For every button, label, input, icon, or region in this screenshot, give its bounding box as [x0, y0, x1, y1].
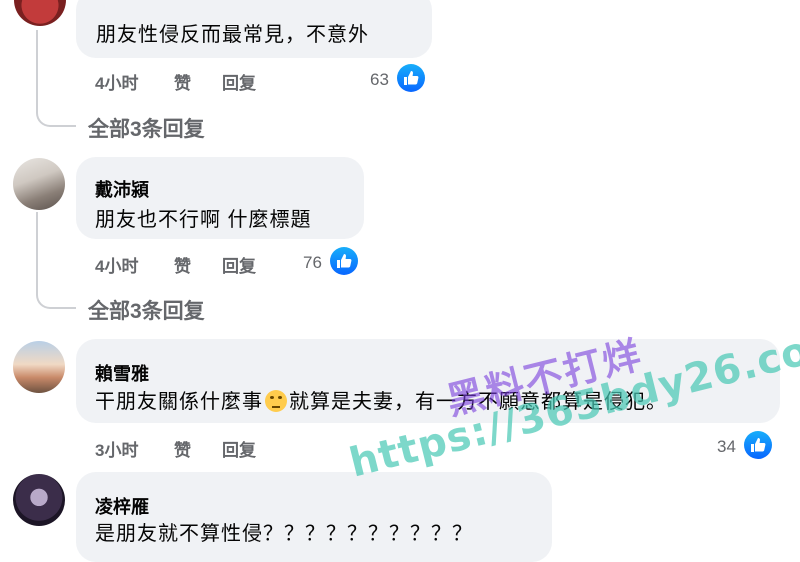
comment-text: 是朋友就不算性侵？？？？？？？？？？: [95, 523, 473, 545]
reaction-count[interactable]: 34: [717, 437, 736, 457]
like-reaction-icon[interactable]: [330, 247, 358, 275]
emoji-icon: [265, 390, 287, 412]
comment-time[interactable]: 3小时: [95, 436, 138, 461]
comment-text-part: 干朋友關係什麼事: [95, 391, 263, 413]
comment-author[interactable]: 凌梓雁: [95, 493, 149, 519]
commenter-avatar[interactable]: [13, 158, 65, 210]
like-reaction-icon[interactable]: [397, 64, 425, 92]
reply-link[interactable]: 回复: [222, 69, 256, 94]
like-link[interactable]: 赞: [174, 436, 191, 461]
reaction-count[interactable]: 63: [370, 70, 389, 90]
reply-link[interactable]: 回复: [222, 252, 256, 277]
like-link[interactable]: 赞: [174, 252, 191, 277]
comment-time[interactable]: 4小时: [95, 252, 138, 277]
comment-bubble: 朋友性侵反而最常見，不意外: [76, 0, 432, 58]
reaction-count[interactable]: 76: [303, 253, 322, 273]
like-reaction-icon[interactable]: [744, 431, 772, 459]
reply-link[interactable]: 回复: [222, 436, 256, 461]
comment-bubble: 戴沛潁 朋友也不行啊 什麼標題: [76, 157, 364, 239]
comment-text: 朋友也不行啊 什麼標題: [95, 209, 312, 231]
commenter-avatar[interactable]: [13, 474, 65, 526]
thread-connector: [36, 30, 76, 127]
thread-connector: [36, 212, 76, 309]
comment-text: 朋友性侵反而最常見，不意外: [96, 24, 369, 46]
comment-time[interactable]: 4小时: [95, 69, 138, 94]
view-all-replies[interactable]: 全部3条回复: [88, 295, 205, 325]
commenter-avatar[interactable]: [13, 341, 65, 393]
commenter-avatar[interactable]: [14, 0, 66, 26]
like-link[interactable]: 赞: [174, 69, 191, 94]
view-all-replies[interactable]: 全部3条回复: [88, 113, 205, 143]
comment-author[interactable]: 賴雪雅: [95, 360, 149, 386]
comment-author[interactable]: 戴沛潁: [95, 176, 149, 202]
comment-bubble: 凌梓雁 是朋友就不算性侵？？？？？？？？？？: [76, 472, 552, 562]
